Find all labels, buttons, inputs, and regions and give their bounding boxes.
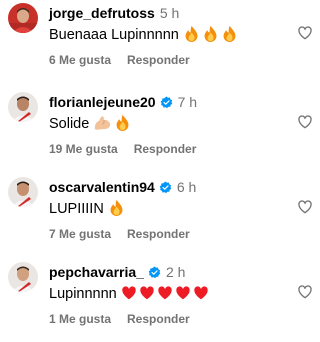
likes-count[interactable]: 6 Me gusta <box>49 53 111 67</box>
comment-text-body: LUPIIIIN <box>49 201 104 217</box>
flexed-biceps-icon <box>93 114 112 131</box>
red-heart-icon <box>193 285 209 301</box>
comments-list: jorge_defrutoss 5 h Buenaaa Lupinnnnn 6 … <box>0 0 317 334</box>
comment-text: Solide <box>49 113 131 135</box>
avatar[interactable] <box>8 177 38 207</box>
comment-actions: 6 Me gusta Responder <box>49 53 190 67</box>
verified-badge-icon <box>148 266 161 279</box>
comment-username[interactable]: jorge_defrutoss <box>49 5 155 21</box>
heart-outline-icon[interactable] <box>297 114 313 130</box>
comment-username[interactable]: pepchavarria_ <box>49 264 144 280</box>
comment-text: Lupinnnnn <box>49 283 209 305</box>
comment-username[interactable]: florianlejeune20 <box>49 94 156 110</box>
comment-text-body: Solide <box>49 116 90 132</box>
red-heart-icon <box>157 285 173 301</box>
comment-time: 6 h <box>176 179 197 195</box>
reply-button[interactable]: Responder <box>127 312 190 326</box>
heart-outline-icon[interactable] <box>297 284 313 300</box>
heart-outline-icon[interactable] <box>297 199 313 215</box>
fire-icon <box>202 25 219 42</box>
comment-actions: 1 Me gusta Responder <box>49 312 190 326</box>
comment-username[interactable]: oscarvalentin94 <box>49 179 155 195</box>
reply-button[interactable]: Responder <box>134 142 197 156</box>
fire-icon <box>108 199 125 216</box>
red-heart-icon <box>139 285 155 301</box>
reply-button[interactable]: Responder <box>127 53 190 67</box>
comment-text: Buenaaa Lupinnnnn <box>49 24 238 46</box>
avatar[interactable] <box>8 262 38 292</box>
likes-count[interactable]: 19 Me gusta <box>49 142 118 156</box>
fire-icon <box>221 25 238 42</box>
comment-item: pepchavarria_ 2 h Lupinnnnn 1 Me gusta Re… <box>0 262 317 342</box>
likes-count[interactable]: 7 Me gusta <box>49 227 111 241</box>
comment-item: florianlejeune20 7 h Solide 19 Me gusta R… <box>0 92 317 172</box>
comment-actions: 7 Me gusta Responder <box>49 227 190 241</box>
reply-button[interactable]: Responder <box>127 227 190 241</box>
verified-badge-icon <box>159 181 172 194</box>
comment-actions: 19 Me gusta Responder <box>49 142 196 156</box>
likes-count[interactable]: 1 Me gusta <box>49 312 111 326</box>
fire-icon <box>183 25 200 42</box>
comment-time: 5 h <box>159 5 180 21</box>
comment-text: LUPIIIIN <box>49 198 125 220</box>
comment-item: jorge_defrutoss 5 h Buenaaa Lupinnnnn 6 … <box>0 3 317 83</box>
comment-text-body: Lupinnnnn <box>49 286 117 302</box>
fire-icon <box>114 114 131 131</box>
red-heart-icon <box>121 285 137 301</box>
comment-text-body: Buenaaa Lupinnnnn <box>49 27 179 43</box>
avatar[interactable] <box>8 3 38 33</box>
verified-badge-icon <box>160 96 173 109</box>
red-heart-icon <box>175 285 191 301</box>
comment-item: oscarvalentin94 6 h LUPIIIIN 7 Me gusta R… <box>0 177 317 257</box>
comment-time: 7 h <box>177 94 198 110</box>
heart-outline-icon[interactable] <box>297 25 313 41</box>
comment-time: 2 h <box>165 264 186 280</box>
avatar[interactable] <box>8 92 38 122</box>
